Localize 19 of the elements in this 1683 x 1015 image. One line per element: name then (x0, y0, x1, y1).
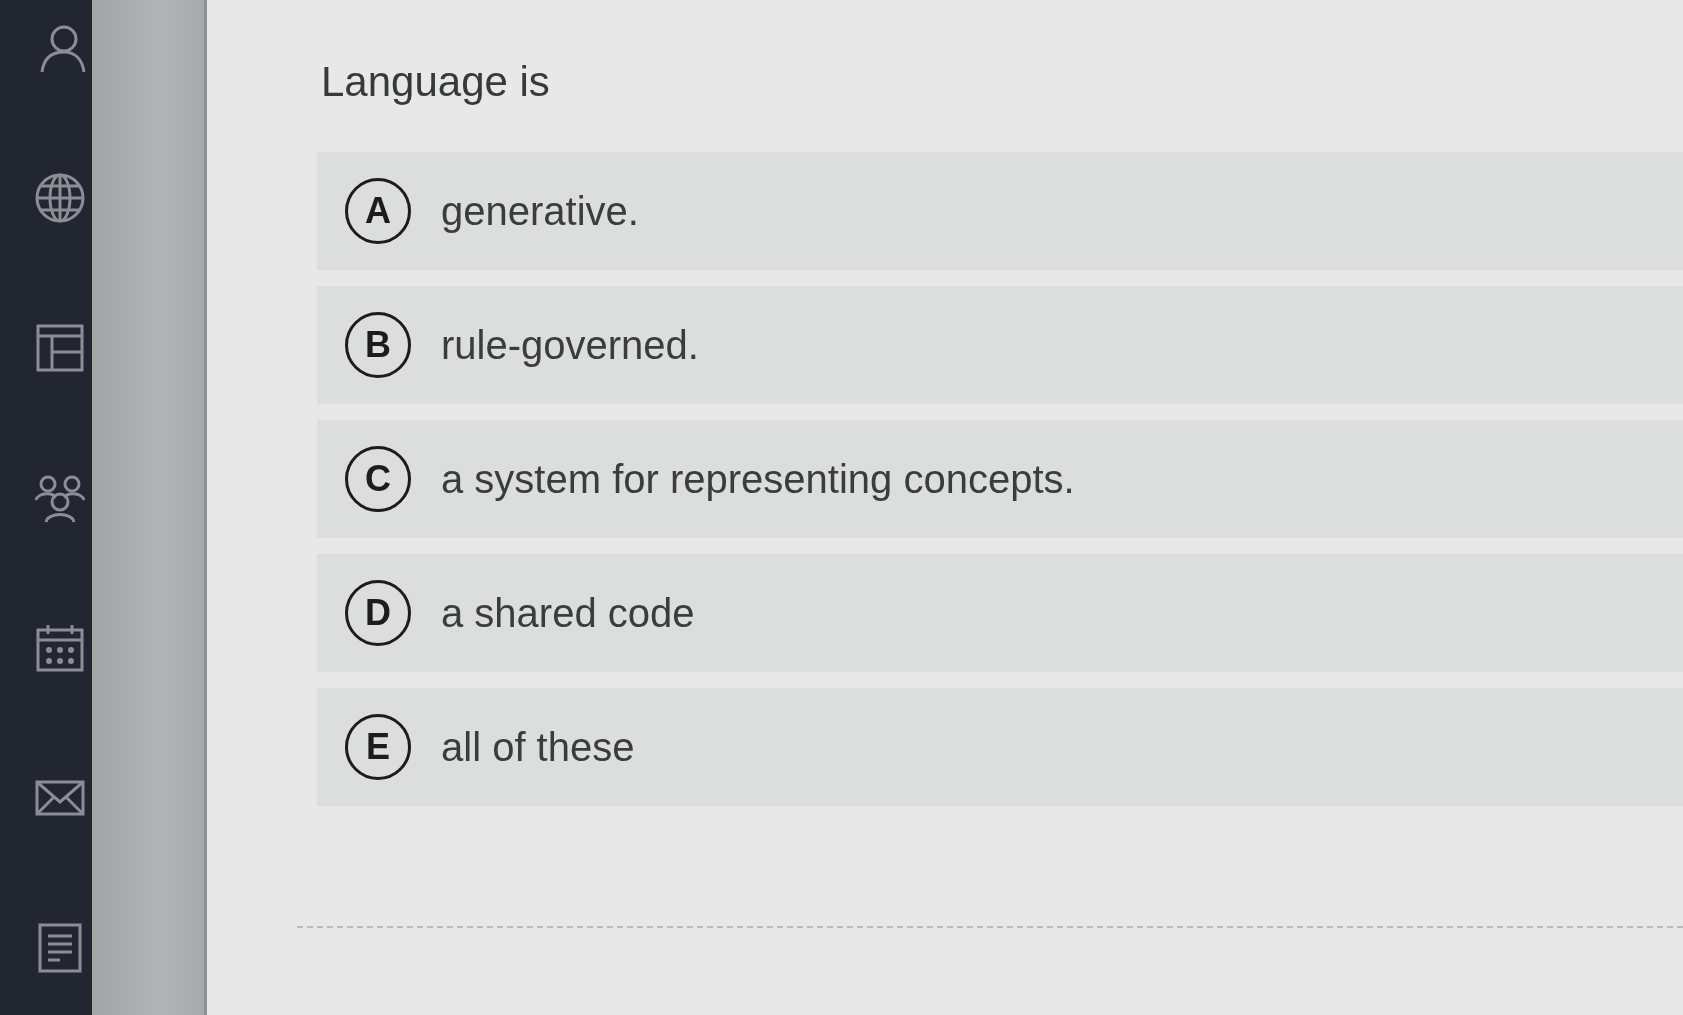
option-text: rule-governed. (441, 322, 699, 368)
answer-option[interactable]: B rule-governed. (317, 286, 1683, 404)
choice-letter: B (345, 312, 411, 378)
choice-letter: D (345, 580, 411, 646)
layout-icon[interactable] (34, 322, 86, 374)
answer-option[interactable]: E all of these (317, 688, 1683, 806)
globe-icon[interactable] (34, 172, 86, 224)
answer-option[interactable]: C a system for representing concepts. (317, 420, 1683, 538)
choice-letter: A (345, 178, 411, 244)
answer-option[interactable]: A generative. (317, 152, 1683, 270)
option-text: generative. (441, 188, 639, 234)
option-text: a system for representing concepts. (441, 456, 1075, 502)
choice-letter: C (345, 446, 411, 512)
calendar-icon[interactable] (34, 622, 86, 674)
option-text: a shared code (441, 590, 695, 636)
answer-option[interactable]: D a shared code (317, 554, 1683, 672)
question-text: Language is (320, 58, 551, 106)
option-text: all of these (441, 724, 635, 770)
choice-letter: E (345, 714, 411, 780)
